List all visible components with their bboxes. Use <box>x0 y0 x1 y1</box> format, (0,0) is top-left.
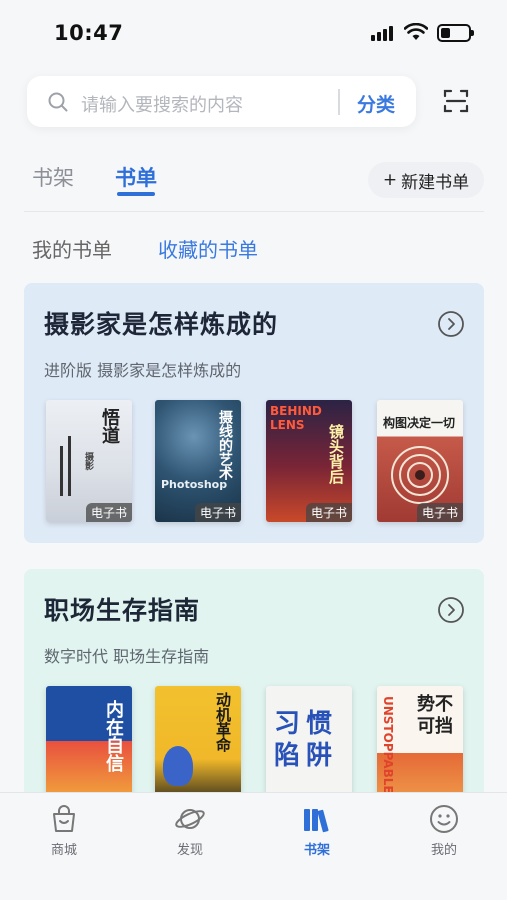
nav-label: 发现 <box>176 843 203 858</box>
nav-item-discover[interactable]: 发现 <box>155 803 225 858</box>
book-title: 势不可挡 <box>417 694 453 737</box>
nav-label: 商城 <box>50 843 77 858</box>
booklist-card[interactable]: 摄影家是怎样炼成的 进阶版 摄影家是怎样炼成的 悟道 摄影 电子书 摄线的艺术 … <box>24 283 484 543</box>
top-tabs: 书架 书单 + 新建书单 <box>0 150 507 212</box>
wifi-icon <box>404 23 428 40</box>
ebook-badge: 电子书 <box>305 503 352 522</box>
new-list-label: 新建书单 <box>401 172 470 193</box>
chevron-right-icon[interactable] <box>437 310 465 338</box>
status-time: 10:47 <box>54 21 124 45</box>
book-title: 摄线的艺术 <box>217 410 233 480</box>
search-input[interactable]: 请输入要搜索的内容 <box>81 91 243 117</box>
book-title: 动机革命 <box>214 692 232 752</box>
spiral-staircase-image <box>391 446 449 504</box>
signal-icon <box>371 26 393 41</box>
book-cover[interactable]: 构图决定一切 电子书 <box>377 400 463 522</box>
bottom-nav: 商城 发现 书架 我的 <box>0 792 507 900</box>
search-icon <box>48 92 68 112</box>
plus-icon: + <box>382 170 398 190</box>
subtab-my-lists[interactable]: 我的书单 <box>32 234 112 263</box>
book-subtitle: 摄影 <box>83 452 93 470</box>
category-button[interactable]: 分类 <box>357 90 395 117</box>
nav-label: 书架 <box>303 843 330 858</box>
book-cover[interactable]: 内在自信 <box>46 686 132 808</box>
nav-item-mall[interactable]: 商城 <box>29 803 99 858</box>
ebook-badge: 电子书 <box>416 503 463 522</box>
book-title: 镜头背后 <box>327 424 345 484</box>
status-bar: 10:47 <box>0 0 507 66</box>
book-subtitle: Photoshop <box>161 478 228 491</box>
book-cover[interactable]: 悟道 摄影 电子书 <box>46 400 132 522</box>
tabs-divider <box>24 211 484 212</box>
nav-item-me[interactable]: 我的 <box>409 803 479 858</box>
tab-active-indicator <box>117 192 155 196</box>
nav-item-shelf[interactable]: 书架 <box>282 803 352 858</box>
search-divider <box>338 89 340 115</box>
tab-shelf[interactable]: 书架 <box>32 162 74 192</box>
card-title: 职场生存指南 <box>44 596 201 625</box>
booklist-card[interactable]: 职场生存指南 数字时代 职场生存指南 内在自信 动机革命 习惯陷阱 UNSTOP… <box>24 569 484 829</box>
book-cover[interactable]: UNSTOPPABLE 势不可挡 <box>377 686 463 808</box>
battery-icon <box>437 24 474 42</box>
bag-icon <box>53 805 75 832</box>
new-list-button[interactable]: + 新建书单 <box>368 162 484 198</box>
ebook-badge: 电子书 <box>194 503 241 522</box>
card-subtitle: 数字时代 职场生存指南 <box>44 647 210 666</box>
book-title: 内在自信 <box>103 700 124 772</box>
tower-shape <box>60 446 63 496</box>
book-cover[interactable]: 习惯陷阱 <box>266 686 352 808</box>
subtab-favorite-lists[interactable]: 收藏的书单 <box>158 234 258 263</box>
book-cover[interactable]: 动机革命 <box>155 686 241 808</box>
book-subtitle: UNSTOPPABLE <box>381 696 395 794</box>
search-bar[interactable]: 请输入要搜索的内容 分类 <box>27 76 416 127</box>
books-icon <box>304 809 329 833</box>
tab-booklist[interactable]: 书单 <box>115 162 157 192</box>
book-title: 构图决定一切 <box>383 416 456 430</box>
book-cover[interactable]: BEHIND LENS 镜头背后 电子书 <box>266 400 352 522</box>
card-subtitle: 进阶版 摄影家是怎样炼成的 <box>44 361 242 380</box>
nav-label: 我的 <box>430 843 457 858</box>
planet-icon <box>175 809 205 829</box>
chevron-right-icon[interactable] <box>437 596 465 624</box>
book-title: 习惯陷阱 <box>274 709 339 771</box>
scan-icon[interactable] <box>443 88 469 114</box>
book-title: 悟道 <box>99 408 120 444</box>
head-silhouette <box>163 746 193 786</box>
tower-shape <box>68 436 71 496</box>
smile-icon <box>430 805 458 833</box>
book-cover[interactable]: 摄线的艺术 Photoshop 电子书 <box>155 400 241 522</box>
ebook-badge: 电子书 <box>85 503 132 522</box>
card-title: 摄影家是怎样炼成的 <box>44 310 279 339</box>
battery-level <box>441 28 450 38</box>
